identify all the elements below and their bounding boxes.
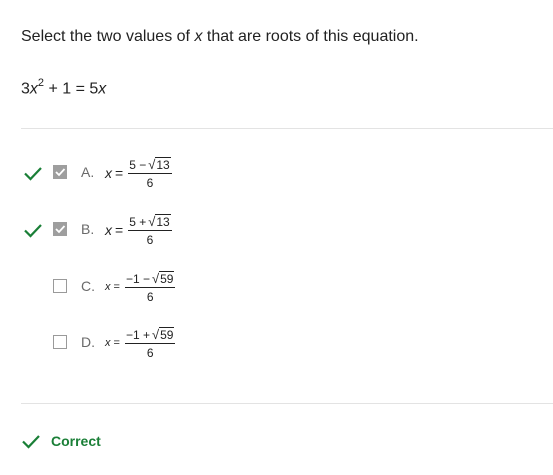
radicand: 13 bbox=[155, 214, 171, 229]
numerator-left: −1 − bbox=[125, 272, 150, 286]
expr-equals: = bbox=[115, 165, 124, 181]
fraction: 5 − √ 13 6 bbox=[128, 157, 172, 189]
option-letter: A. bbox=[81, 164, 95, 180]
expr-variable: x bbox=[105, 337, 111, 349]
question-text: Select the two values of x that are root… bbox=[21, 28, 419, 46]
fraction-denominator: 6 bbox=[146, 176, 154, 190]
result-label: Correct bbox=[51, 433, 101, 449]
expr-equals: = bbox=[115, 222, 124, 238]
option-letter: D. bbox=[81, 334, 95, 350]
answer-option-d[interactable]: D. x = −1 + √ 59 6 bbox=[21, 323, 441, 363]
radical-icon: √ bbox=[151, 271, 160, 286]
expr-equals: = bbox=[113, 337, 120, 349]
checkmark-icon bbox=[22, 435, 40, 449]
expr-variable: x bbox=[105, 165, 112, 181]
equation: 3x2 + 1 = 5x bbox=[21, 77, 107, 98]
divider-top bbox=[21, 128, 553, 129]
numerator-left: 5 + bbox=[129, 215, 147, 229]
numerator-left: 5 − bbox=[129, 158, 147, 172]
equation-exponent: 2 bbox=[37, 77, 45, 89]
equation-rhs-variable: x bbox=[98, 80, 107, 98]
radicand: 59 bbox=[159, 271, 175, 286]
radicand: 59 bbox=[159, 327, 175, 342]
fraction-numerator: 5 + √ 13 bbox=[128, 214, 172, 231]
option-letter: B. bbox=[81, 221, 95, 237]
equation-variable: x bbox=[29, 80, 38, 98]
square-root: √ 13 bbox=[148, 214, 171, 228]
answer-option-c[interactable]: C. x = −1 − √ 59 6 bbox=[21, 267, 441, 307]
expr-variable: x bbox=[105, 281, 111, 293]
square-root: √ 59 bbox=[152, 327, 175, 341]
option-letter: C. bbox=[81, 278, 95, 294]
fraction: 5 + √ 13 6 bbox=[128, 214, 172, 246]
fraction-denominator: 6 bbox=[146, 290, 154, 304]
divider-bottom bbox=[21, 403, 553, 404]
option-expression: x = −1 + √ 59 6 bbox=[105, 323, 176, 363]
equation-coef: 3 bbox=[21, 80, 30, 98]
answer-option-b[interactable]: B. x = 5 + √ 13 6 bbox=[21, 210, 441, 250]
result-feedback: Correct bbox=[21, 430, 101, 452]
fraction-numerator: −1 − √ 59 bbox=[124, 271, 176, 288]
fraction-denominator: 6 bbox=[146, 233, 154, 247]
question-variable: x bbox=[194, 28, 203, 45]
fraction: −1 − √ 59 6 bbox=[124, 271, 176, 304]
answer-option-a[interactable]: A. x = 5 − √ 13 6 bbox=[21, 153, 441, 193]
square-root: √ 59 bbox=[152, 271, 175, 285]
correct-checkmark-icon bbox=[24, 224, 42, 238]
option-expression: x = 5 − √ 13 6 bbox=[105, 153, 172, 193]
question-prefix: Select the two values of bbox=[21, 28, 190, 45]
square-root: √ 13 bbox=[148, 157, 171, 171]
numerator-left: −1 + bbox=[125, 328, 150, 342]
expr-variable: x bbox=[105, 222, 112, 238]
expr-equals: = bbox=[113, 281, 120, 293]
option-expression: x = −1 − √ 59 6 bbox=[105, 267, 176, 307]
radical-icon: √ bbox=[148, 214, 156, 229]
checkbox-b[interactable] bbox=[53, 222, 67, 236]
checkbox-check-icon bbox=[55, 168, 66, 177]
checkbox-c[interactable] bbox=[53, 279, 67, 293]
checkbox-a[interactable] bbox=[53, 165, 67, 179]
checkbox-check-icon bbox=[55, 225, 66, 234]
radical-icon: √ bbox=[148, 157, 156, 172]
fraction-denominator: 6 bbox=[146, 346, 154, 360]
radical-icon: √ bbox=[151, 327, 160, 342]
correct-checkmark-icon bbox=[24, 167, 42, 181]
equation-rest: + 1 = 5 bbox=[44, 80, 99, 98]
fraction: −1 + √ 59 6 bbox=[124, 327, 176, 360]
radicand: 13 bbox=[155, 157, 171, 172]
question-suffix: that are roots of this equation. bbox=[206, 28, 419, 45]
fraction-numerator: 5 − √ 13 bbox=[128, 157, 172, 174]
option-expression: x = 5 + √ 13 6 bbox=[105, 210, 172, 250]
checkbox-d[interactable] bbox=[53, 335, 67, 349]
fraction-numerator: −1 + √ 59 bbox=[124, 327, 176, 344]
